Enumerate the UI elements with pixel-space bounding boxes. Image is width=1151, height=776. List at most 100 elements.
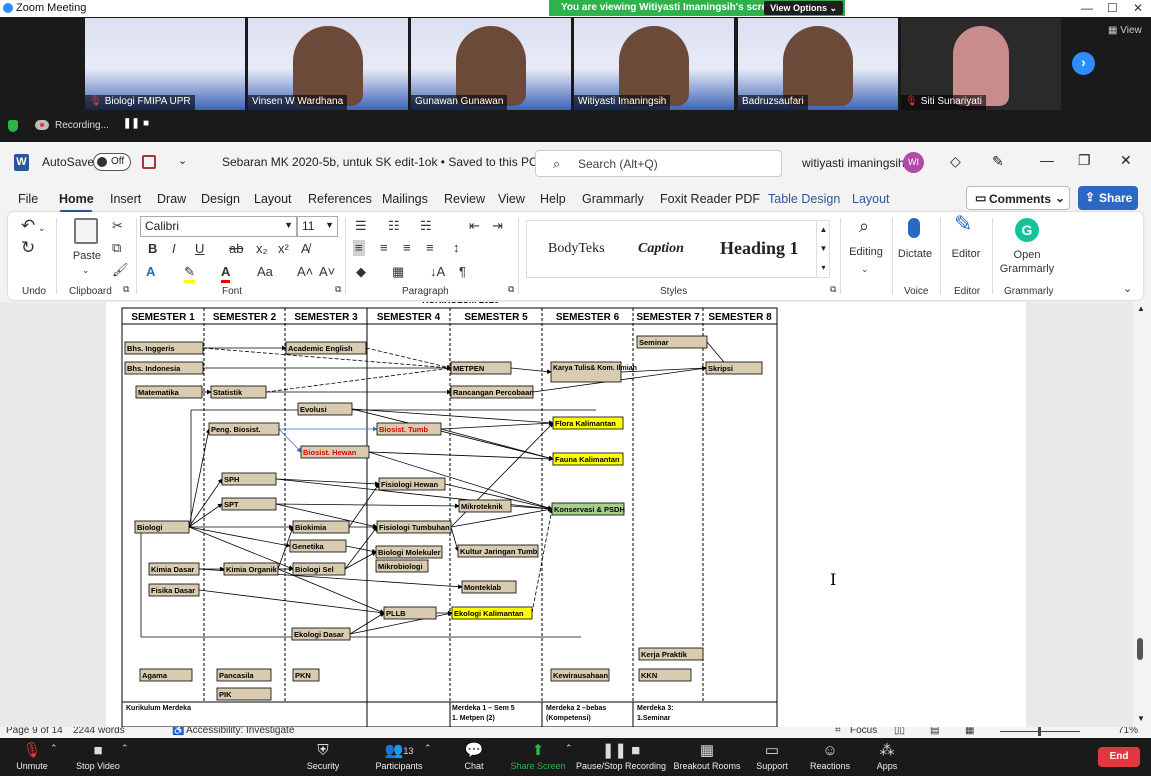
pause-stop-recording-button[interactable]: ❚❚ ■ Pause/Stop Recording xyxy=(572,741,670,771)
increase-indent-icon[interactable]: ⇥ xyxy=(492,218,503,234)
superscript-icon[interactable]: x² xyxy=(278,241,289,257)
avatar[interactable]: WI xyxy=(903,152,924,173)
zoom-level[interactable]: 71% xyxy=(1118,727,1138,736)
tab-draw[interactable]: Draw xyxy=(157,192,186,206)
premium-diamond-icon[interactable]: ◇ xyxy=(950,153,961,170)
web-layout-icon[interactable]: ▦ xyxy=(965,727,974,736)
shading-icon[interactable]: ◆ xyxy=(356,264,366,280)
participants-options-icon[interactable]: ⌃ xyxy=(424,743,432,754)
dictate-button[interactable]: Dictate xyxy=(894,248,936,260)
strikethrough-icon[interactable]: ab xyxy=(229,241,243,257)
open-grammarly-button[interactable]: Open Grammarly xyxy=(994,248,1060,276)
style-heading-1[interactable]: Heading 1 xyxy=(720,238,799,259)
find-icon[interactable]: ⌕ xyxy=(859,217,869,235)
styles-scroll[interactable]: ▲ ▼ ▾ xyxy=(816,220,830,278)
grammarly-icon[interactable]: G xyxy=(1015,218,1039,242)
comments-button[interactable]: ▭ Comments ⌄ xyxy=(966,186,1070,210)
zoom-slider-thumb[interactable] xyxy=(1038,727,1041,736)
maximize-icon[interactable]: ☐ xyxy=(1107,1,1118,15)
collapse-ribbon-icon[interactable]: ⌄ xyxy=(1123,281,1132,297)
dialog-launcher-icon[interactable]: ⧉ xyxy=(335,281,341,297)
editing-button[interactable]: Editing xyxy=(844,246,888,258)
next-page-button[interactable]: › xyxy=(1072,52,1095,75)
justify-icon[interactable]: ≡ xyxy=(426,240,434,256)
user-name[interactable]: witiyasti imaningsih xyxy=(802,156,905,170)
tab-table-design[interactable]: Table Design xyxy=(768,192,840,206)
scroll-up-icon[interactable]: ▲ xyxy=(1137,304,1145,313)
pen-icon[interactable]: ✎ xyxy=(992,153,1004,170)
editor-pen-icon[interactable]: ✎ xyxy=(954,213,972,235)
dialog-launcher-icon[interactable]: ⧉ xyxy=(508,281,514,297)
show-formatting-icon[interactable]: ¶ xyxy=(459,264,466,280)
borders-icon[interactable]: ▦ xyxy=(392,264,404,280)
tab-view[interactable]: View xyxy=(498,192,525,206)
font-name-combo[interactable]: Calibri ▼ xyxy=(140,216,297,237)
autosave-toggle[interactable]: Off xyxy=(93,153,131,171)
highlight-icon[interactable]: ✎ xyxy=(184,264,195,283)
apps-button[interactable]: ⁂ Apps xyxy=(847,741,927,771)
tab-foxit[interactable]: Foxit Reader PDF xyxy=(660,192,760,206)
tab-help[interactable]: Help xyxy=(540,192,566,206)
video-options-icon[interactable]: ⌃ xyxy=(121,743,129,754)
minimize-icon[interactable]: — xyxy=(1081,1,1093,15)
bullets-icon[interactable]: ☰ xyxy=(355,218,367,234)
undo-icon[interactable]: ↶ xyxy=(21,217,35,234)
security-button[interactable]: ⛨ Security xyxy=(283,741,363,771)
accessibility-status[interactable]: Accessibility: Investigate xyxy=(186,727,294,736)
dialog-launcher-icon[interactable]: ⧉ xyxy=(830,281,836,297)
shrink-font-icon[interactable]: A˅ xyxy=(319,264,335,280)
close-icon[interactable]: ✕ xyxy=(1120,152,1132,169)
chevron-down-icon[interactable]: ⌄ xyxy=(861,261,869,277)
end-meeting-button[interactable]: End xyxy=(1098,747,1140,767)
pause-recording-icon[interactable]: ❚❚ xyxy=(123,118,140,129)
print-layout-icon[interactable]: ▤ xyxy=(930,727,939,736)
close-icon[interactable]: ✕ xyxy=(1133,1,1143,15)
tab-mailings[interactable]: Mailings xyxy=(382,192,428,206)
underline-icon[interactable]: U xyxy=(195,241,204,257)
focus-button[interactable]: Focus xyxy=(850,727,877,736)
participant-tile[interactable]: Gunawan Gunawan xyxy=(411,18,571,110)
style-bodyteks[interactable]: BodyTeks xyxy=(548,241,605,257)
font-size-combo[interactable]: 11 ▼ xyxy=(297,216,338,237)
search-box[interactable]: ⌕ Search (Alt+Q) xyxy=(535,150,782,177)
chevron-down-icon[interactable]: ⌄ xyxy=(82,262,90,278)
change-case-icon[interactable]: Aa xyxy=(257,264,273,280)
scroll-down-icon[interactable]: ▼ xyxy=(1137,714,1145,723)
restore-icon[interactable]: ❐ xyxy=(1078,152,1091,169)
italic-icon[interactable]: I xyxy=(172,241,176,257)
word-count[interactable]: 2244 words xyxy=(73,727,125,736)
vertical-scrollbar[interactable]: ▲ ▼ xyxy=(1133,302,1151,727)
share-button[interactable]: ⇪ Share xyxy=(1078,186,1138,210)
tab-references[interactable]: References xyxy=(308,192,372,206)
cut-icon[interactable]: ✂ xyxy=(112,218,123,234)
read-mode-icon[interactable]: ▯▯ xyxy=(894,727,905,736)
tab-layout[interactable]: Layout xyxy=(254,192,292,206)
grow-font-icon[interactable]: A˄ xyxy=(297,264,313,280)
dialog-launcher-icon[interactable]: ⧉ xyxy=(123,281,129,297)
participant-tile[interactable]: 🎙 Siti Sunariyati xyxy=(901,18,1061,110)
bold-icon[interactable]: B xyxy=(148,241,157,257)
document-title[interactable]: Sebaran MK 2020-5b, untuk SK edit-1ok • … xyxy=(222,155,551,169)
tab-insert[interactable]: Insert xyxy=(110,192,141,206)
chevron-down-icon[interactable]: ▼ xyxy=(820,244,828,253)
minimize-icon[interactable]: — xyxy=(1040,152,1054,168)
font-color-icon[interactable]: A xyxy=(221,264,231,283)
tab-file[interactable]: File xyxy=(18,192,38,206)
tab-table-layout[interactable]: Layout xyxy=(852,192,890,206)
numbering-icon[interactable]: ☷ xyxy=(388,218,400,234)
editor-button[interactable]: Editor xyxy=(944,248,988,260)
tab-grammarly[interactable]: Grammarly xyxy=(582,192,644,206)
line-spacing-icon[interactable]: ↕ xyxy=(453,240,460,256)
tab-design[interactable]: Design xyxy=(201,192,240,206)
page-count[interactable]: Page 9 of 14 xyxy=(6,727,63,736)
paste-icon[interactable] xyxy=(74,218,98,244)
participant-tile[interactable]: Witiyasti Imaningsih xyxy=(574,18,734,110)
scrollbar-thumb[interactable] xyxy=(1137,638,1143,660)
document-page[interactable]: KURIKULUM 2020 SEMESTER 1 SEMESTER 2 SEMEST… xyxy=(106,302,1026,727)
align-left-icon[interactable]: ≡ xyxy=(353,240,365,256)
more-styles-icon[interactable]: ▾ xyxy=(821,263,825,272)
gallery-view-button[interactable]: ▦ View xyxy=(1108,25,1142,36)
text-effects-icon[interactable]: A xyxy=(146,264,155,280)
stop-recording-icon[interactable]: ■ xyxy=(143,118,149,129)
participant-tile[interactable]: 🎙 Biologi FMIPA UPR xyxy=(85,18,245,110)
